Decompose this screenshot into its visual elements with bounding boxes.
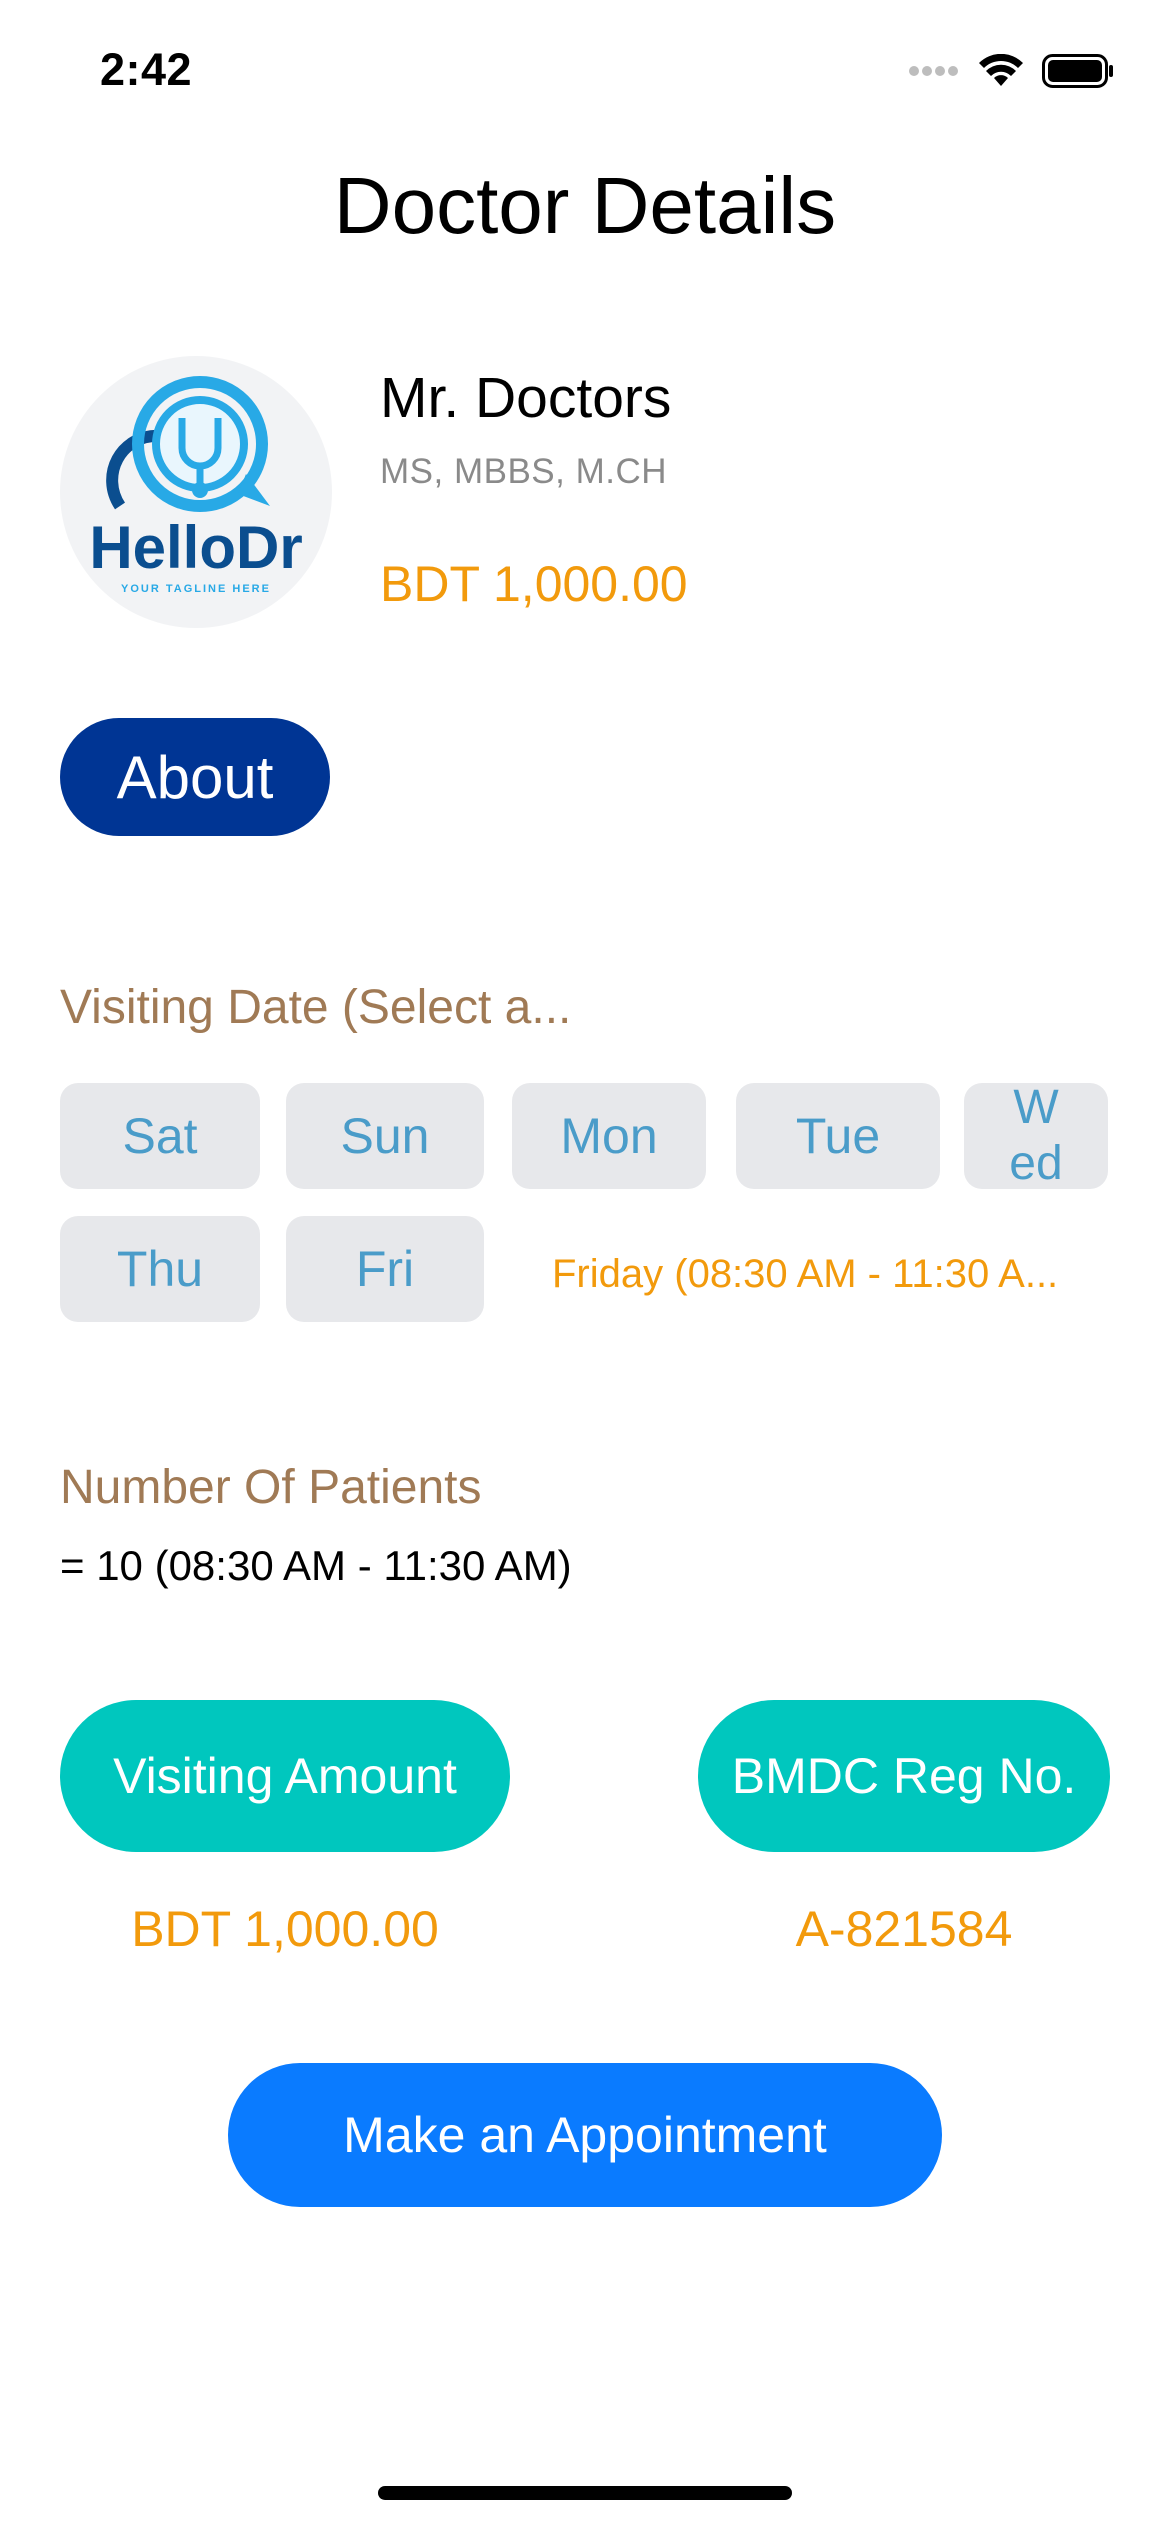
status-time: 2:42 xyxy=(100,44,193,95)
doctor-name: Mr. Doctors xyxy=(380,366,672,430)
about-button[interactable]: About xyxy=(60,718,330,836)
doctor-avatar: HelloDr YOUR TAGLINE HERE xyxy=(60,356,332,628)
day-chip-thu[interactable]: Thu xyxy=(60,1216,260,1322)
day-chip-sat[interactable]: Sat xyxy=(60,1083,260,1189)
visiting-schedule: Friday (08:30 AM - 11:30 A... xyxy=(552,1252,1059,1296)
doctor-fee: BDT 1,000.00 xyxy=(380,556,688,612)
visiting-amount-button[interactable]: Visiting Amount xyxy=(60,1700,510,1852)
logo-tagline: YOUR TAGLINE HERE xyxy=(121,583,271,595)
day-chip-tue[interactable]: Tue xyxy=(736,1083,940,1189)
home-indicator[interactable] xyxy=(378,2486,792,2500)
hellodr-logo-icon: HelloDr YOUR TAGLINE HERE xyxy=(89,376,303,595)
visiting-amount-value: BDT 1,000.00 xyxy=(131,1901,439,1957)
patients-label: Number Of Patients xyxy=(60,1461,482,1514)
day-chip-mon[interactable]: Mon xyxy=(512,1083,706,1189)
bmdc-reg-button[interactable]: BMDC Reg No. xyxy=(698,1700,1110,1852)
day-chip-fri[interactable]: Fri xyxy=(286,1216,484,1322)
day-chip-wed[interactable]: W ed xyxy=(964,1081,1108,1190)
doctor-degrees: MS, MBBS, M.CH xyxy=(380,452,668,491)
logo-text: HelloDr xyxy=(89,514,302,581)
battery-icon xyxy=(1042,54,1113,88)
wifi-icon xyxy=(979,54,1023,86)
day-chip-sun[interactable]: Sun xyxy=(286,1083,484,1189)
bmdc-reg-value: A-821584 xyxy=(795,1901,1013,1957)
patients-value: = 10 (08:30 AM - 11:30 AM) xyxy=(60,1542,572,1589)
page-title: Doctor Details xyxy=(333,161,837,250)
cellular-signal-icon xyxy=(909,66,958,76)
visiting-date-label: Visiting Date (Select a... xyxy=(60,981,572,1034)
make-appointment-button[interactable]: Make an Appointment xyxy=(228,2063,942,2207)
status-icons xyxy=(908,54,1114,88)
